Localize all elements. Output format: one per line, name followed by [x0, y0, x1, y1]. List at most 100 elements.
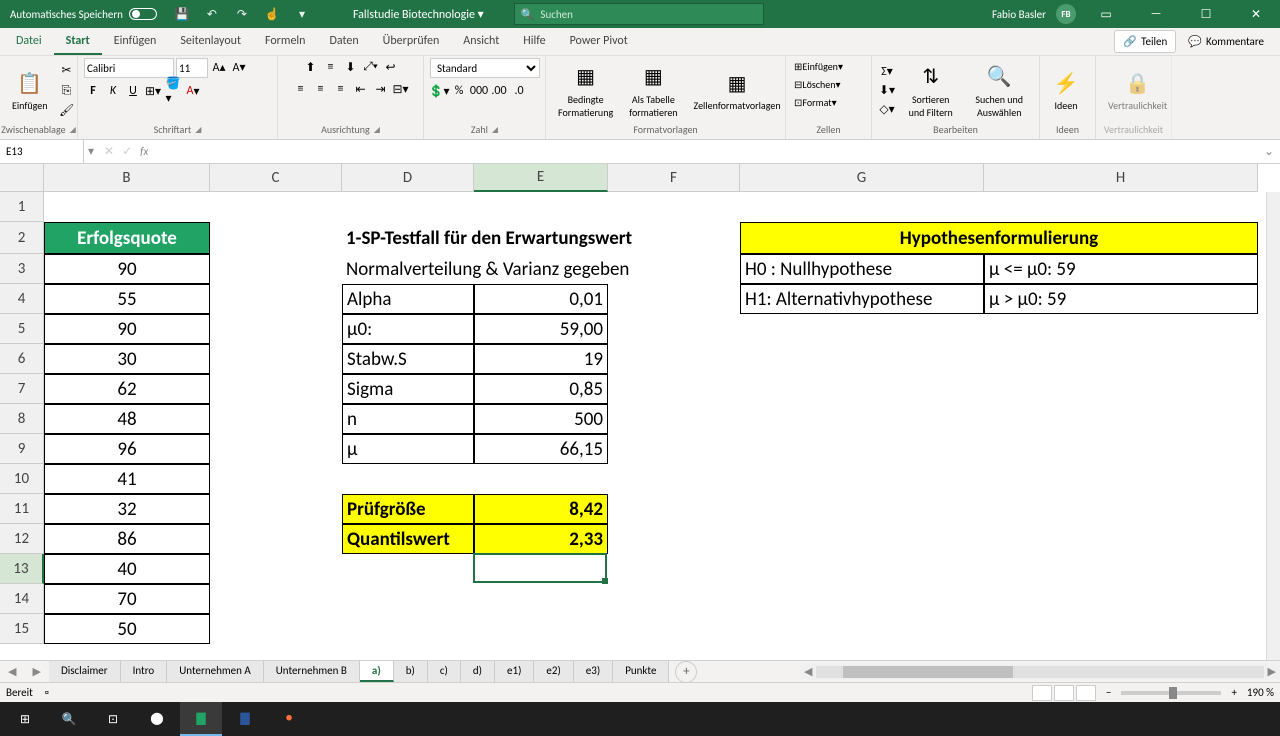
wrap-text-icon[interactable]: ↩ — [382, 58, 400, 76]
cell[interactable]: 96 — [44, 434, 210, 464]
cell[interactable]: H1: Alternativhypothese — [740, 284, 984, 314]
find-select-button[interactable]: 🔍Suchen und Auswählen — [965, 59, 1033, 123]
italic-button[interactable]: K — [104, 82, 122, 100]
cell[interactable]: 50 — [44, 614, 210, 644]
cut-icon[interactable]: ✂ — [58, 62, 76, 80]
cell[interactable]: 90 — [44, 314, 210, 344]
tab-datei[interactable]: Datei — [4, 28, 54, 55]
touch-mode-icon[interactable]: ☝ — [261, 3, 283, 25]
cell[interactable]: 500 — [474, 404, 608, 434]
task-view-icon[interactable]: ⊡ — [92, 702, 134, 736]
obs-app-icon[interactable]: ⬤ — [136, 702, 178, 736]
start-button[interactable]: ⊞ — [4, 702, 46, 736]
col-header-E[interactable]: E — [474, 164, 608, 192]
name-box-dropdown-icon[interactable]: ▾ — [84, 144, 98, 159]
col-header-D[interactable]: D — [342, 164, 474, 192]
maximize-icon[interactable]: ☐ — [1186, 0, 1226, 28]
sheet-tab[interactable]: Punkte — [613, 661, 669, 682]
row-header-12[interactable]: 12 — [0, 524, 44, 554]
cell[interactable]: 30 — [44, 344, 210, 374]
font-color-button[interactable]: A▾ — [184, 82, 202, 100]
cell[interactable]: 62 — [44, 374, 210, 404]
row-header-7[interactable]: 7 — [0, 374, 44, 404]
sheet-tab[interactable]: b) — [394, 661, 428, 682]
row-header-5[interactable]: 5 — [0, 314, 44, 344]
orientation-icon[interactable]: ⤢▾ — [362, 58, 380, 76]
cell[interactable]: 32 — [44, 494, 210, 524]
decrease-decimal-icon[interactable]: .0 — [510, 82, 528, 100]
sheet-tab[interactable]: e3) — [574, 661, 613, 682]
firefox-app-icon[interactable]: ● — [268, 702, 310, 736]
row-header-13[interactable]: 13 — [0, 554, 44, 584]
cell[interactable]: Erfolgsquote — [44, 222, 210, 254]
number-format-select[interactable]: Standard — [430, 58, 540, 78]
align-left-icon[interactable]: ≡ — [292, 80, 310, 98]
increase-decimal-icon[interactable]: .00 — [490, 82, 508, 100]
tab-einfuegen[interactable]: Einfügen — [102, 28, 169, 55]
tab-ueberpruefen[interactable]: Überprüfen — [371, 28, 452, 55]
col-header-B[interactable]: B — [44, 164, 210, 192]
cell[interactable]: 2,33 — [474, 524, 608, 554]
word-app-icon[interactable]: ▇ — [224, 702, 266, 736]
row-header-2[interactable]: 2 — [0, 222, 44, 254]
dialog-launcher-icon[interactable]: ◢ — [374, 125, 380, 135]
view-layout-icon[interactable] — [1054, 685, 1074, 701]
cell[interactable]: Stabw.S — [342, 344, 474, 374]
clear-icon[interactable]: ◇▾ — [878, 101, 896, 119]
comments-button[interactable]: 💬 Kommentare — [1180, 31, 1272, 52]
format-cells-button[interactable]: ⊡ Format ▾ — [792, 94, 839, 111]
indent-increase-icon[interactable]: ⇥ — [372, 80, 390, 98]
redo-icon[interactable]: ↷ — [231, 3, 253, 25]
tab-start[interactable]: Start — [54, 28, 102, 55]
vertical-scrollbar[interactable] — [1266, 192, 1280, 660]
col-header-F[interactable]: F — [608, 164, 740, 192]
sheet-tab[interactable]: Intro — [121, 661, 168, 682]
expand-formula-icon[interactable]: ⌄ — [1258, 144, 1280, 159]
cell[interactable]: Normalverteilung & Varianz gegeben — [342, 254, 740, 284]
cell[interactable]: Hypothesenformulierung — [740, 222, 1258, 254]
zoom-level[interactable]: 190 % — [1247, 686, 1274, 699]
cell[interactable]: 19 — [474, 344, 608, 374]
autosave-toggle[interactable]: Automatisches Speichern — [4, 8, 163, 21]
row-header-3[interactable]: 3 — [0, 254, 44, 284]
cell[interactable]: 55 — [44, 284, 210, 314]
paste-button[interactable]: 📋Einfügen — [6, 65, 54, 116]
undo-icon[interactable]: ↶ — [201, 3, 223, 25]
spreadsheet-grid[interactable]: 123456789101112131415 BCDEFGH Erfolgsquo… — [0, 164, 1280, 660]
horizontal-scrollbar[interactable]: ◀ ▶ — [800, 665, 1280, 679]
delete-cells-button[interactable]: ⊟ Löschen ▾ — [792, 76, 843, 93]
increase-font-icon[interactable]: A▴ — [210, 58, 228, 76]
bold-button[interactable]: F — [84, 82, 102, 100]
cell[interactable]: Quantilswert — [342, 524, 474, 554]
cell[interactable]: 59,00 — [474, 314, 608, 344]
ideas-button[interactable]: ⚡Ideen — [1046, 65, 1086, 116]
copy-icon[interactable]: ⎘ — [58, 82, 76, 100]
thousands-icon[interactable]: 000 — [470, 82, 488, 100]
underline-button[interactable]: U — [124, 82, 142, 100]
document-title[interactable]: Fallstudie Biotechnologie ▾ — [353, 7, 484, 22]
align-top-icon[interactable]: ⬆ — [302, 58, 320, 76]
share-button[interactable]: 🔗 Teilen — [1114, 30, 1176, 53]
cell[interactable]: 0,85 — [474, 374, 608, 404]
dialog-launcher-icon[interactable]: ◢ — [492, 125, 498, 135]
sheet-tab[interactable]: Unternehmen B — [264, 661, 360, 682]
dialog-launcher-icon[interactable]: ◢ — [195, 125, 201, 135]
tab-daten[interactable]: Daten — [317, 28, 370, 55]
percent-icon[interactable]: % — [450, 82, 468, 100]
sheet-nav-prev-icon[interactable]: ◀ — [0, 665, 24, 678]
indent-decrease-icon[interactable]: ⇤ — [352, 80, 370, 98]
merge-button[interactable]: ⊟▾ — [392, 80, 410, 98]
cell[interactable]: H0 : Nullhypothese — [740, 254, 984, 284]
tab-hilfe[interactable]: Hilfe — [511, 28, 557, 55]
col-header-H[interactable]: H — [984, 164, 1258, 192]
sheet-tab[interactable]: c) — [428, 661, 461, 682]
sheet-tab[interactable]: a) — [360, 661, 394, 682]
font-size-select[interactable] — [176, 58, 208, 78]
name-box[interactable]: E13 — [0, 140, 84, 163]
col-header-C[interactable]: C — [210, 164, 342, 192]
cell[interactable]: μ0: — [342, 314, 474, 344]
sheet-tab[interactable]: e2) — [534, 661, 573, 682]
sort-filter-button[interactable]: ⇅Sortieren und Filtern — [900, 59, 961, 123]
cell[interactable]: Prüfgröße — [342, 494, 474, 524]
cell[interactable]: 90 — [44, 254, 210, 284]
